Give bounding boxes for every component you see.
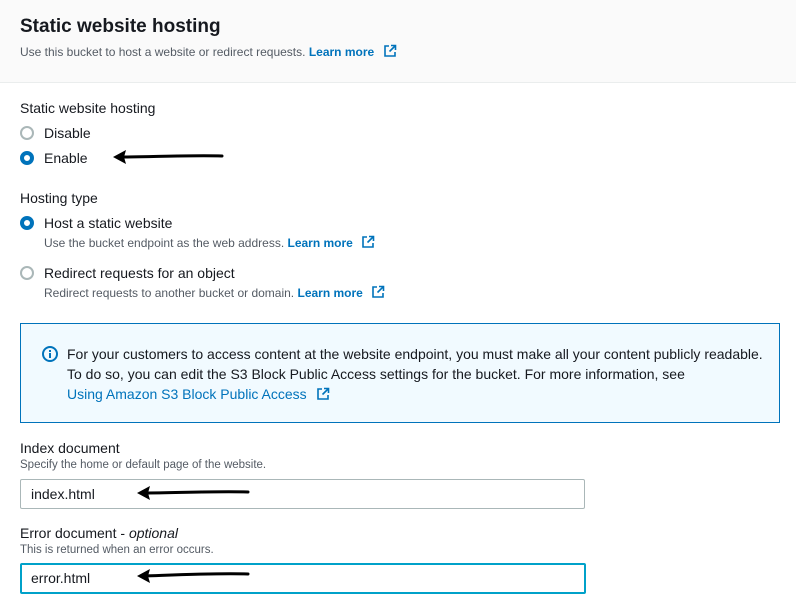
radio-host-static[interactable]: Host a static website [20, 213, 172, 233]
header-learn-more-link[interactable]: Learn more [309, 45, 374, 59]
panel-title: Static website hosting [20, 16, 221, 37]
optional-tag: optional [128, 525, 178, 541]
panel-subtitle-text: Use this bucket to host a website or red… [20, 45, 306, 59]
hosting-label: Static website hosting [20, 100, 156, 116]
radio-host-static-circle[interactable] [20, 216, 34, 230]
redirect-learn-more-link[interactable]: Learn more [297, 286, 362, 300]
index-document-description: Specify the home or default page of the … [20, 459, 267, 471]
block-public-access-link[interactable]: Using Amazon S3 Block Public Access [67, 386, 307, 402]
external-link-icon[interactable] [383, 44, 397, 58]
error-document-label-text: Error document - [20, 525, 126, 541]
radio-host-static-label[interactable]: Host a static website [44, 215, 172, 231]
error-document-description: This is returned when an error occurs. [20, 544, 214, 556]
info-alert-text: For your customers to access content at … [67, 344, 767, 404]
error-document-label: Error document - optional [20, 525, 178, 541]
radio-redirect-circle[interactable] [20, 266, 34, 280]
annotation-arrow [137, 486, 250, 500]
index-document-label: Index document [20, 440, 120, 456]
radio-enable-circle[interactable] [20, 151, 34, 165]
radio-redirect[interactable]: Redirect requests for an object [20, 263, 235, 283]
redirect-description: Redirect requests to another bucket or d… [44, 285, 385, 300]
host-static-description-text: Use the bucket endpoint as the web addre… [44, 236, 285, 250]
radio-enable-label[interactable]: Enable [44, 150, 88, 166]
info-alert: For your customers to access content at … [20, 323, 780, 423]
radio-enable[interactable]: Enable [20, 148, 88, 168]
hosting-type-label: Hosting type [20, 190, 98, 206]
external-link-icon[interactable] [316, 387, 330, 401]
index-document-input[interactable]: index.html [20, 479, 585, 509]
info-alert-message: For your customers to access content at … [67, 346, 763, 382]
radio-disable-circle[interactable] [20, 126, 34, 140]
radio-disable[interactable]: Disable [20, 123, 91, 143]
host-static-learn-more-link[interactable]: Learn more [288, 236, 353, 250]
panel-header: Static website hosting Use this bucket t… [0, 0, 796, 83]
info-icon [42, 346, 58, 362]
radio-disable-label[interactable]: Disable [44, 125, 91, 141]
panel-subtitle: Use this bucket to host a website or red… [20, 44, 397, 59]
annotation-arrow [113, 150, 224, 164]
annotation-arrow [137, 569, 250, 583]
error-document-input[interactable]: error.html [20, 563, 586, 594]
redirect-description-text: Redirect requests to another bucket or d… [44, 286, 295, 300]
host-static-description: Use the bucket endpoint as the web addre… [44, 235, 375, 250]
external-link-icon[interactable] [361, 235, 375, 249]
radio-redirect-label[interactable]: Redirect requests for an object [44, 265, 235, 281]
external-link-icon[interactable] [371, 285, 385, 299]
